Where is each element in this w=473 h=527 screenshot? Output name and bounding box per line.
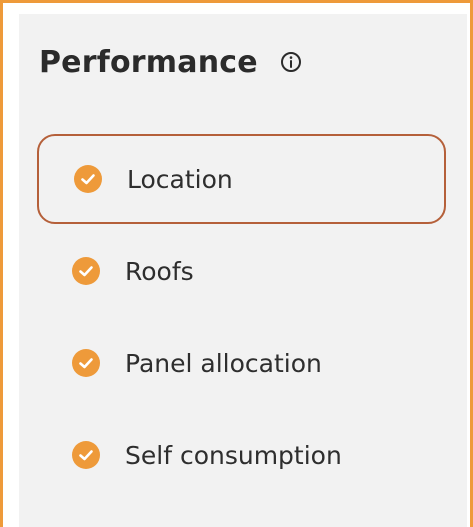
check-circle-icon <box>72 441 100 469</box>
info-circle-icon[interactable] <box>280 51 302 73</box>
step-label: Location <box>127 164 233 194</box>
steps-list: Location Roofs Panel allocation Self con… <box>37 134 446 502</box>
panel-header: Performance <box>39 38 302 86</box>
check-circle-icon <box>74 165 102 193</box>
steps-panel: Performance Location Roofs Panel allocat… <box>19 14 467 527</box>
step-label: Roofs <box>125 256 194 286</box>
step-roofs[interactable]: Roofs <box>37 226 446 316</box>
step-self-consumption[interactable]: Self consumption <box>37 410 446 500</box>
step-label: Self consumption <box>125 440 342 470</box>
panel-title: Performance <box>39 44 258 80</box>
check-circle-icon <box>72 349 100 377</box>
info-circle-icon-svg <box>280 52 301 72</box>
step-label: Panel allocation <box>125 348 322 378</box>
step-location[interactable]: Location <box>37 134 446 224</box>
check-circle-icon <box>72 257 100 285</box>
step-panel-allocation[interactable]: Panel allocation <box>37 318 446 408</box>
